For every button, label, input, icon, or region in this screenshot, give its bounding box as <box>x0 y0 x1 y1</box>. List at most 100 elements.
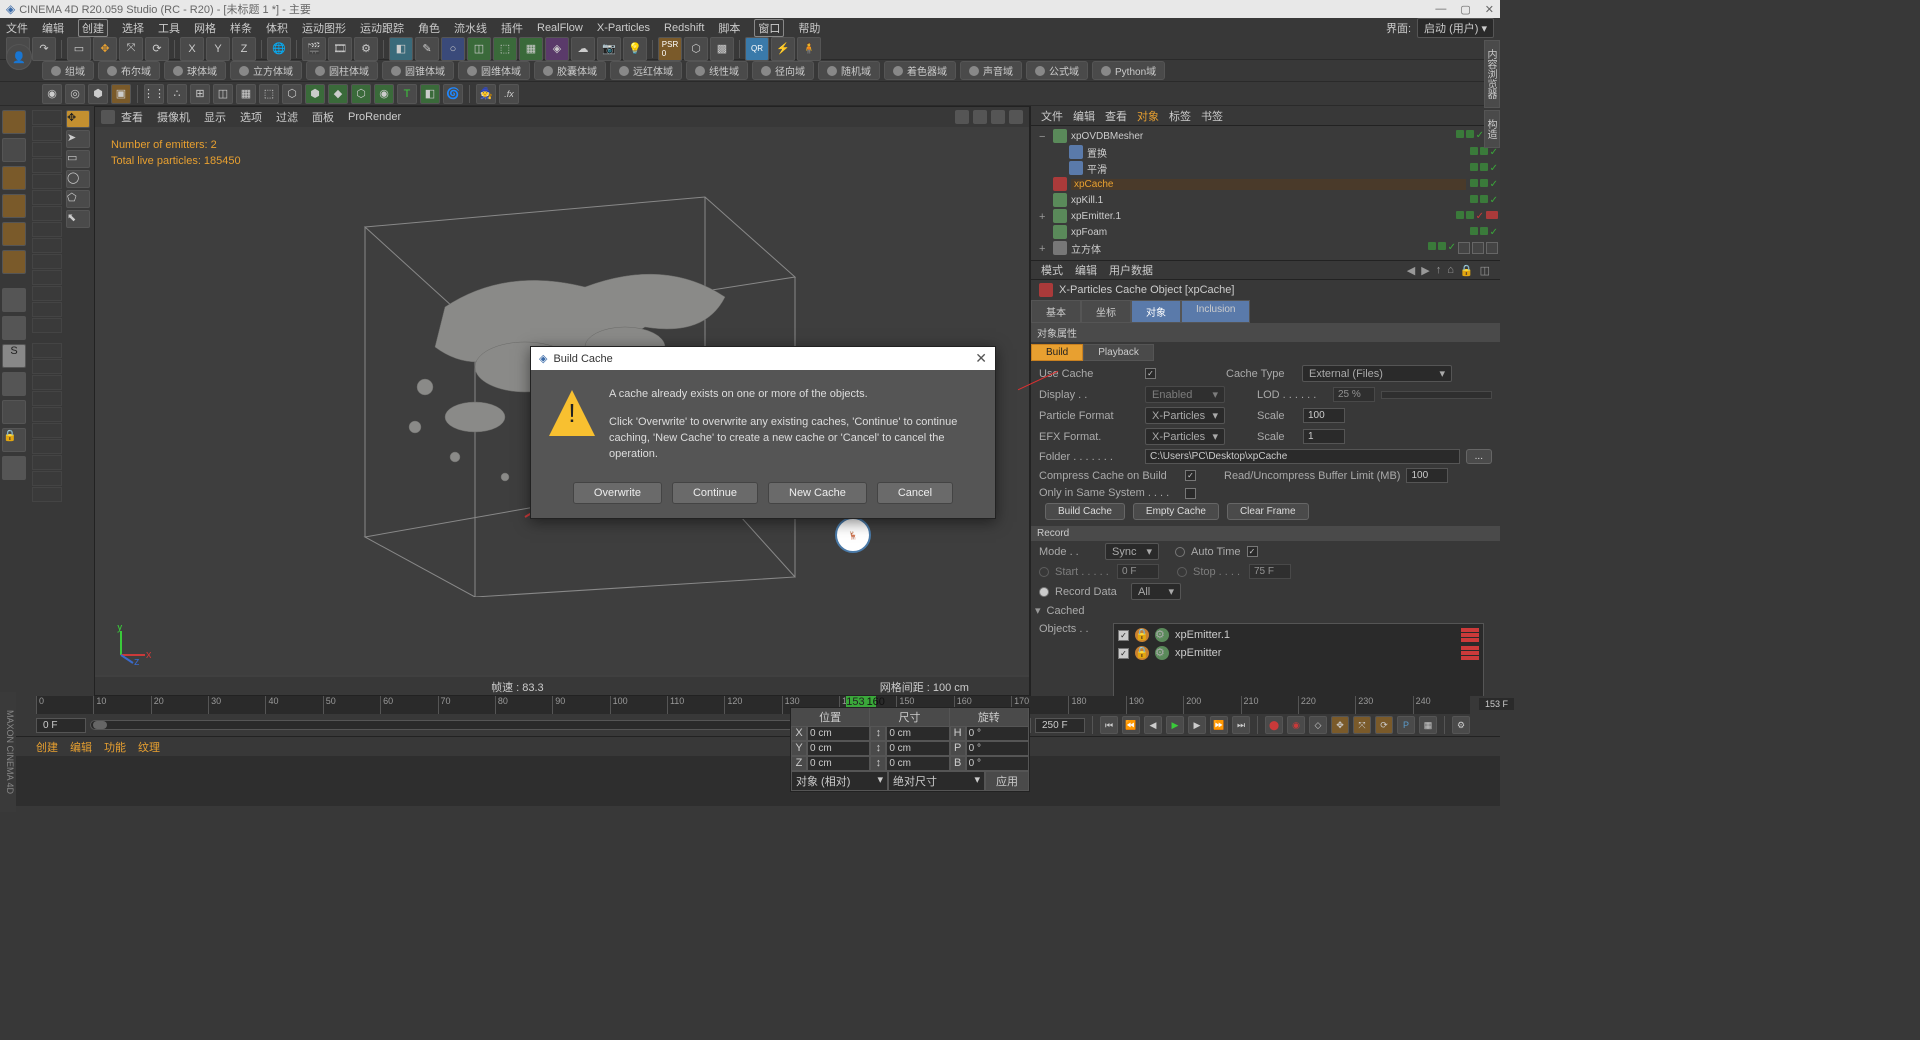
field-pill-着色器域[interactable]: 着色器域 <box>884 61 956 80</box>
attr-nav-lock[interactable]: 🔒 <box>1460 264 1474 277</box>
axis-mode-button[interactable] <box>2 288 26 312</box>
record-mode-dropdown[interactable]: Sync▾ <box>1105 543 1159 560</box>
filter-1[interactable] <box>32 110 62 125</box>
filter-b7[interactable] <box>32 439 62 454</box>
live-select-tool[interactable]: ▭ <box>67 37 91 61</box>
filter-9[interactable] <box>32 238 62 253</box>
axis-z-button[interactable]: Z <box>232 37 256 61</box>
record-stop-input[interactable] <box>1249 564 1291 579</box>
attr-tab-Inclusion[interactable]: Inclusion <box>1181 300 1250 323</box>
dialog-close-button[interactable]: ✕ <box>975 350 987 367</box>
coord-size-mode-dropdown[interactable]: 绝对尺寸▾ <box>888 771 985 791</box>
vp-nav-4[interactable] <box>1009 110 1023 124</box>
menu-RealFlow[interactable]: RealFlow <box>537 22 583 34</box>
minimize-button[interactable]: — <box>1435 3 1446 16</box>
coord-Z-pos[interactable] <box>807 756 870 771</box>
soft-sel-button[interactable]: S <box>2 344 26 368</box>
generator-button[interactable]: ◫ <box>467 37 491 61</box>
folder-browse-button[interactable]: ... <box>1466 449 1492 464</box>
vp-menu-过滤[interactable]: 过滤 <box>276 109 298 125</box>
folder-input[interactable] <box>1145 449 1460 464</box>
vp-menu-查看[interactable]: 查看 <box>121 109 143 125</box>
filter-b5[interactable] <box>32 407 62 422</box>
auto-time-radio[interactable] <box>1175 547 1185 557</box>
cancel-button[interactable]: Cancel <box>877 482 953 504</box>
vp-menu-显示[interactable]: 显示 <box>204 109 226 125</box>
filter-b8[interactable] <box>32 455 62 470</box>
xp-btn-18[interactable]: 🌀 <box>443 84 463 104</box>
field-pill-圆柱体域[interactable]: 圆柱体域 <box>306 61 378 80</box>
edge-mode-button[interactable] <box>2 222 26 246</box>
clear-frame-button[interactable]: Clear Frame <box>1227 503 1309 520</box>
menu-X-Particles[interactable]: X-Particles <box>597 22 650 34</box>
attr-tab-对象[interactable]: 对象 <box>1131 300 1181 323</box>
coord-H-rot[interactable] <box>966 726 1029 741</box>
coord-apply-button[interactable]: 应用 <box>985 771 1029 791</box>
cube-primitive-button[interactable]: ◧ <box>389 37 413 61</box>
mat-menu-编辑[interactable]: 编辑 <box>70 739 92 755</box>
render-view-button[interactable]: 🎬 <box>302 37 326 61</box>
lock-button[interactable]: 🔒 <box>2 428 26 452</box>
record-data-dropdown[interactable]: All▾ <box>1131 583 1181 600</box>
generator2-button[interactable]: ⬚ <box>493 37 517 61</box>
autokey-button[interactable]: ◉ <box>1287 716 1305 734</box>
key-rot-button[interactable]: ⟳ <box>1375 716 1393 734</box>
overwrite-button[interactable]: Overwrite <box>573 482 662 504</box>
build-cache-button[interactable]: Build Cache <box>1045 503 1125 520</box>
range-start-field[interactable]: 0 F <box>36 718 86 733</box>
character-button[interactable]: 🧍 <box>797 37 821 61</box>
camera-button[interactable]: 📷 <box>597 37 621 61</box>
menu-网格[interactable]: 网格 <box>194 20 216 36</box>
lod-input[interactable] <box>1333 387 1375 402</box>
content-browser-tab[interactable]: 内容浏览器 <box>1484 40 1500 108</box>
xp-btn-5[interactable]: ⋮⋮ <box>144 84 164 104</box>
head-icon[interactable]: 👤 <box>6 44 32 70</box>
xp-btn-15[interactable]: ◉ <box>374 84 394 104</box>
redo-button[interactable]: ↷ <box>32 37 56 61</box>
xp-btn-fx[interactable]: .fx <box>499 84 519 104</box>
xp-btn-7[interactable]: ⊞ <box>190 84 210 104</box>
attr-nav-home[interactable]: ⌂ <box>1447 264 1454 277</box>
menu-插件[interactable]: 插件 <box>501 20 523 36</box>
coord-B-rot[interactable] <box>966 756 1029 771</box>
vp-poly-tool[interactable]: ⬠ <box>66 190 90 208</box>
record-start-input[interactable] <box>1117 564 1159 579</box>
menu-样条[interactable]: 样条 <box>230 20 252 36</box>
menu-角色[interactable]: 角色 <box>418 20 440 36</box>
move-tool[interactable]: ✥ <box>93 37 117 61</box>
vp-nav-1[interactable] <box>955 110 969 124</box>
key-pla-button[interactable]: ▦ <box>1419 716 1437 734</box>
keyframe-sel-button[interactable]: ◇ <box>1309 716 1327 734</box>
only-same-system-checkbox[interactable] <box>1185 488 1196 499</box>
spline-prim-button[interactable]: ○ <box>441 37 465 61</box>
vp-rect-tool[interactable]: ▭ <box>66 150 90 168</box>
play-fwd-button[interactable]: ▶ <box>1166 716 1184 734</box>
grid2-button[interactable] <box>2 456 26 480</box>
viewport-solo-button[interactable] <box>2 372 26 396</box>
field-pill-径向域[interactable]: 径向域 <box>752 61 814 80</box>
object-manager-tree[interactable]: −xpOVDBMesher✓置换✓平滑✓xpCache✓xpKill.1✓+xp… <box>1031 126 1500 260</box>
field-pill-线性域[interactable]: 线性域 <box>686 61 748 80</box>
filter-2[interactable] <box>32 126 62 141</box>
next-key-button[interactable]: ⏩ <box>1210 716 1228 734</box>
vp-move-tool[interactable]: ✥ <box>66 110 90 128</box>
attr-nav-back[interactable]: ◀ <box>1407 264 1415 277</box>
xp-btn-8[interactable]: ◫ <box>213 84 233 104</box>
structure-tab[interactable]: 构造 <box>1484 110 1500 148</box>
field-pill-公式域[interactable]: 公式域 <box>1026 61 1088 80</box>
filter-12[interactable] <box>32 286 62 301</box>
psr-button[interactable]: PSR0 <box>658 37 682 61</box>
vp-menu-摄像机[interactable]: 摄像机 <box>157 109 190 125</box>
axis-y-button[interactable]: Y <box>206 37 230 61</box>
attr-nav-fwd[interactable]: ▶ <box>1421 264 1429 277</box>
menu-选择[interactable]: 选择 <box>122 20 144 36</box>
buffer-limit-input[interactable] <box>1406 468 1448 483</box>
tab-playback[interactable]: Playback <box>1083 344 1154 361</box>
record-button[interactable]: ⬤ <box>1265 716 1283 734</box>
filter-14[interactable] <box>32 318 62 333</box>
range-b-field[interactable]: 250 F <box>1035 718 1085 733</box>
model-mode-button[interactable] <box>2 110 26 134</box>
start-radio[interactable] <box>1039 567 1049 577</box>
next-frame-button[interactable]: ▶ <box>1188 716 1206 734</box>
mat-menu-功能[interactable]: 功能 <box>104 739 126 755</box>
